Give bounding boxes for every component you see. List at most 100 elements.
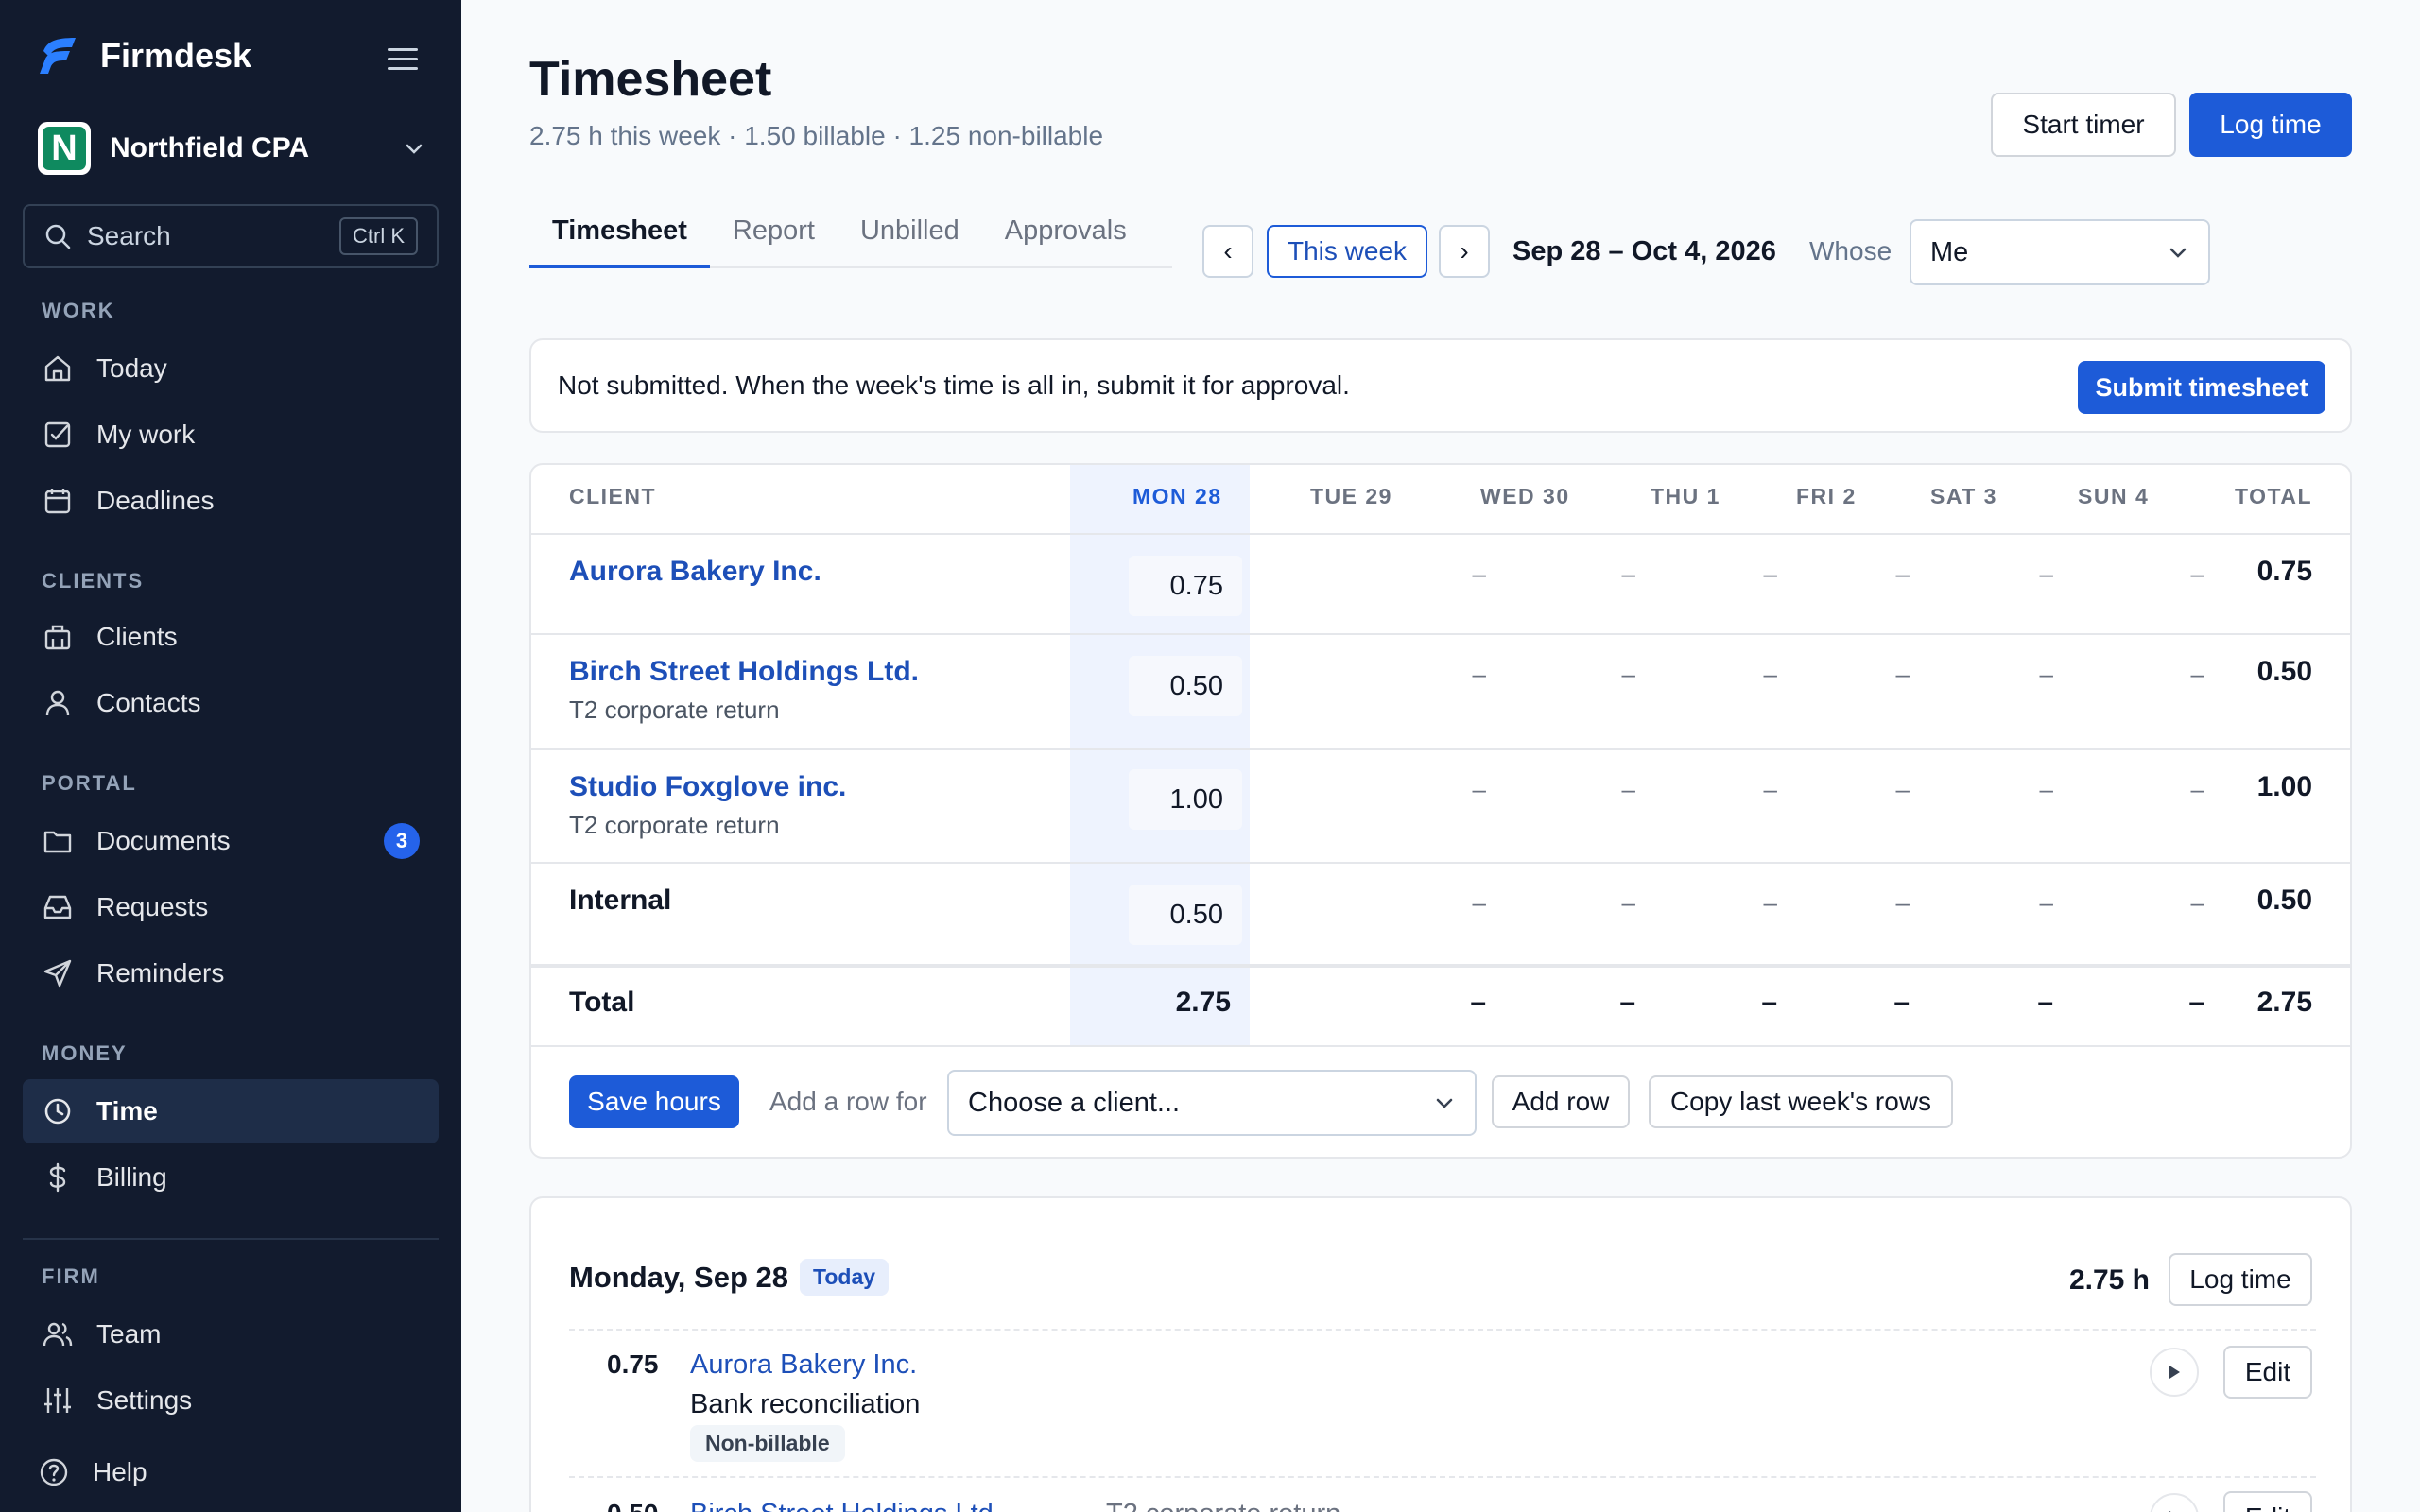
start-timer-button[interactable]: Start timer xyxy=(1991,93,2176,157)
hours-input[interactable]: 0.50 xyxy=(1129,656,1242,716)
tab-approvals[interactable]: Approvals xyxy=(982,210,1150,268)
sidebar-item-help[interactable]: Help xyxy=(23,1440,439,1504)
entry-client-link[interactable]: Birch Street Holdings Ltd. xyxy=(690,1499,1001,1512)
entry-hours: 0.75 xyxy=(607,1349,659,1379)
submit-timesheet-button[interactable]: Submit timesheet xyxy=(2078,361,2325,414)
entry-divider xyxy=(569,1329,2316,1331)
empty-cell[interactable]: – xyxy=(1739,660,1777,689)
empty-cell[interactable]: – xyxy=(2015,775,2053,804)
copy-last-week-button[interactable]: Copy last week's rows xyxy=(1649,1075,1953,1128)
entry-client-link[interactable]: Aurora Bakery Inc. xyxy=(690,1349,917,1381)
day-total: – xyxy=(2037,987,2053,1018)
empty-cell[interactable]: – xyxy=(1739,559,1777,589)
empty-cell[interactable]: – xyxy=(2167,888,2204,918)
this-week-button[interactable]: This week xyxy=(1267,225,1427,278)
header-thu: THU 1 xyxy=(1651,484,1720,508)
edit-entry-button[interactable]: Edit xyxy=(2223,1491,2312,1512)
prev-week-button[interactable]: ‹ xyxy=(1202,225,1253,278)
empty-cell[interactable]: – xyxy=(1448,660,1486,689)
sidebar-item-contacts[interactable]: Contacts xyxy=(23,671,439,735)
whose-label: Whose xyxy=(1809,236,1893,266)
home-icon xyxy=(44,355,71,382)
menu-icon[interactable] xyxy=(384,43,422,76)
sidebar-item-time[interactable]: Time xyxy=(23,1079,439,1143)
row-divider xyxy=(531,748,2350,750)
chevron-down-icon xyxy=(406,144,423,154)
client-link[interactable]: Studio Foxglove inc. xyxy=(569,771,846,803)
day-title: Monday, Sep 28 xyxy=(569,1260,788,1294)
empty-cell[interactable]: – xyxy=(2167,775,2204,804)
tab-report[interactable]: Report xyxy=(710,210,838,268)
sliders-icon xyxy=(44,1388,71,1413)
sidebar-item-deadlines[interactable]: Deadlines xyxy=(23,469,439,533)
folder-icon xyxy=(43,831,72,853)
clock-icon xyxy=(44,1098,71,1125)
empty-cell[interactable]: – xyxy=(1598,559,1635,589)
page-title: Timesheet xyxy=(529,52,772,107)
hours-input[interactable]: 1.00 xyxy=(1129,769,1242,830)
start-timer-entry-button[interactable] xyxy=(2150,1348,2199,1397)
hours-input[interactable]: 0.50 xyxy=(1129,885,1242,945)
header-client: CLIENT xyxy=(569,484,657,508)
sidebar-item-reminders[interactable]: Reminders xyxy=(23,941,439,1005)
tab-unbilled[interactable]: Unbilled xyxy=(838,210,982,268)
notice-text: Not submitted. When the week's time is a… xyxy=(558,370,1350,400)
start-timer-entry-button[interactable] xyxy=(2150,1493,2199,1512)
header-fri: FRI 2 xyxy=(1796,484,1857,508)
submission-notice: Not submitted. When the week's time is a… xyxy=(529,338,2352,433)
sidebar-item-requests[interactable]: Requests xyxy=(23,875,439,939)
org-switcher[interactable]: N Northfield CPA xyxy=(38,119,425,178)
tab-timesheet[interactable]: Timesheet xyxy=(529,210,710,268)
empty-cell[interactable]: – xyxy=(1739,775,1777,804)
sidebar-item-clients[interactable]: Clients xyxy=(23,605,439,669)
edit-entry-button[interactable]: Edit xyxy=(2223,1346,2312,1399)
entry-hours: 0.50 xyxy=(607,1499,659,1512)
empty-cell[interactable]: – xyxy=(1872,775,1910,804)
sidebar-item-my-work[interactable]: My work xyxy=(23,403,439,467)
main-content: Timesheet 2.75 h this week · 1.50 billab… xyxy=(461,0,2420,1512)
sidebar-item-billing[interactable]: Billing xyxy=(23,1145,439,1210)
next-week-button[interactable]: › xyxy=(1439,225,1490,278)
client-link[interactable]: Aurora Bakery Inc. xyxy=(569,556,821,588)
empty-cell[interactable]: – xyxy=(1872,559,1910,589)
brand[interactable]: Firmdesk xyxy=(38,36,251,76)
empty-cell[interactable]: – xyxy=(2167,660,2204,689)
day-total: – xyxy=(1761,987,1777,1018)
empty-cell[interactable]: – xyxy=(1598,775,1635,804)
sidebar-item-team[interactable]: Team xyxy=(23,1302,439,1366)
whose-select[interactable]: Me xyxy=(1910,219,2210,285)
client-link[interactable]: Birch Street Holdings Ltd. xyxy=(569,656,919,688)
add-row-button[interactable]: Add row xyxy=(1492,1075,1630,1128)
empty-cell[interactable]: – xyxy=(2167,559,2204,589)
row-divider xyxy=(531,862,2350,864)
client-engagement: T2 corporate return xyxy=(569,696,780,724)
section-portal: PORTAL xyxy=(42,771,137,795)
sidebar-item-today[interactable]: Today xyxy=(23,336,439,401)
client-select[interactable]: Choose a client... xyxy=(947,1070,1477,1136)
hours-input[interactable]: 0.75 xyxy=(1129,556,1242,616)
empty-cell[interactable]: – xyxy=(1448,775,1486,804)
entry-divider xyxy=(569,1476,2316,1478)
empty-cell[interactable]: – xyxy=(2015,660,2053,689)
section-money: MONEY xyxy=(42,1041,128,1065)
row-total: 0.75 xyxy=(2256,556,2312,587)
empty-cell[interactable]: – xyxy=(1598,660,1635,689)
empty-cell[interactable]: – xyxy=(1872,660,1910,689)
client-engagement: T2 corporate return xyxy=(569,811,780,839)
empty-cell[interactable]: – xyxy=(1739,888,1777,918)
empty-cell[interactable]: – xyxy=(1598,888,1635,918)
save-hours-button[interactable]: Save hours xyxy=(569,1075,739,1128)
sidebar-search[interactable]: Search Ctrl K xyxy=(23,204,439,268)
grand-total: 2.75 xyxy=(2256,987,2312,1018)
empty-cell[interactable]: – xyxy=(1448,888,1486,918)
empty-cell[interactable]: – xyxy=(1448,559,1486,589)
empty-cell[interactable]: – xyxy=(2015,888,2053,918)
log-time-button[interactable]: Log time xyxy=(2189,93,2352,157)
sidebar-item-settings[interactable]: Settings xyxy=(23,1368,439,1433)
header-total: TOTAL xyxy=(2234,484,2312,508)
empty-cell[interactable]: – xyxy=(1872,888,1910,918)
empty-cell[interactable]: – xyxy=(2015,559,2053,589)
day-log-time-button[interactable]: Log time xyxy=(2169,1253,2312,1306)
sidebar-item-documents[interactable]: Documents 3 xyxy=(23,809,439,873)
search-icon xyxy=(45,224,71,249)
